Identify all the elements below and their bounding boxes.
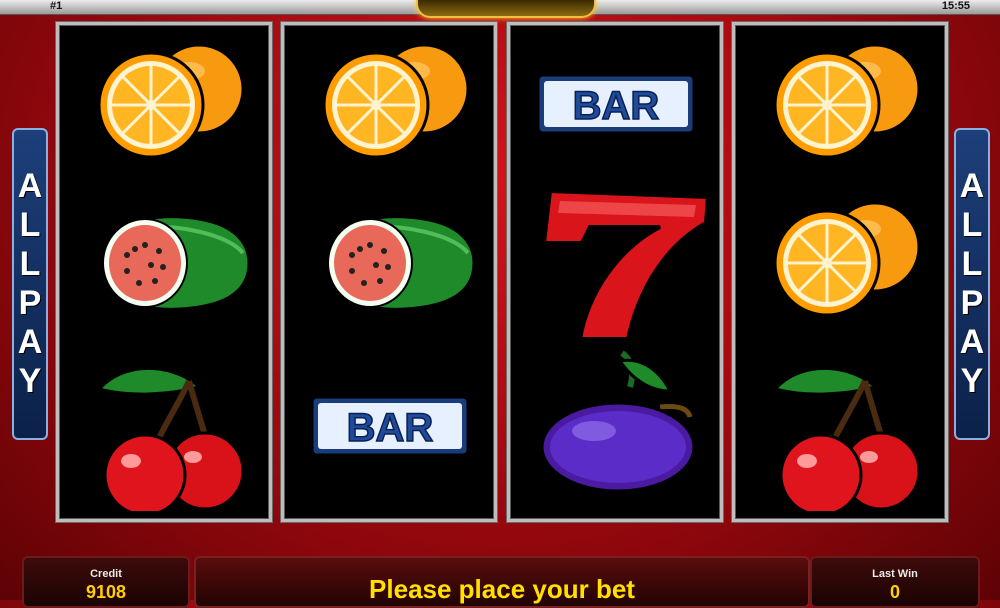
allpay-letter: Y xyxy=(960,362,984,400)
allpay-right-badge: A L L P A Y xyxy=(954,128,990,440)
reel-1-symbol-cherries xyxy=(59,347,269,511)
game-logo-tab xyxy=(416,0,596,18)
reel-1-symbol-watermelon xyxy=(59,183,269,347)
clock: 15:55 xyxy=(941,0,970,12)
game-number: #1 xyxy=(50,0,63,12)
allpay-letter: A xyxy=(17,167,43,205)
reel-4-symbol-cherries xyxy=(735,347,945,511)
bar-label: BAR xyxy=(347,406,434,450)
credit-panel: Credit 9108 xyxy=(22,556,190,608)
reel-3-symbol-bar: BAR xyxy=(510,25,720,189)
allpay-letter: A xyxy=(959,323,985,361)
allpay-letter: L xyxy=(19,245,41,283)
reel-2-symbol-orange xyxy=(284,25,494,189)
last-win-label: Last Win xyxy=(872,568,918,580)
bar-label: BAR xyxy=(573,84,660,128)
reel-2-symbol-bar: BAR xyxy=(284,347,494,511)
reel-4-symbol-orange xyxy=(735,183,945,347)
allpay-letter: A xyxy=(17,323,43,361)
allpay-left-badge: A L L P A Y xyxy=(12,128,48,440)
reel-1-symbol-orange xyxy=(59,25,269,189)
allpay-letter: P xyxy=(18,284,42,322)
last-win-panel: Last Win 0 xyxy=(810,556,980,608)
reel-2-symbol-watermelon xyxy=(284,183,494,347)
allpay-letter: L xyxy=(961,206,983,244)
bet-message: Please place your bet xyxy=(369,574,635,604)
allpay-letter: P xyxy=(960,284,984,322)
allpay-letter: Y xyxy=(18,362,42,400)
allpay-letter: L xyxy=(19,206,41,244)
allpay-letter: L xyxy=(961,245,983,283)
credit-label: Credit xyxy=(90,568,122,580)
message-panel: Please place your bet xyxy=(194,556,810,608)
allpay-letter: A xyxy=(959,167,985,205)
reel-3-symbol-plum xyxy=(510,347,720,511)
reel-4-symbol-orange xyxy=(735,25,945,189)
reel-3-symbol-seven xyxy=(510,183,720,347)
